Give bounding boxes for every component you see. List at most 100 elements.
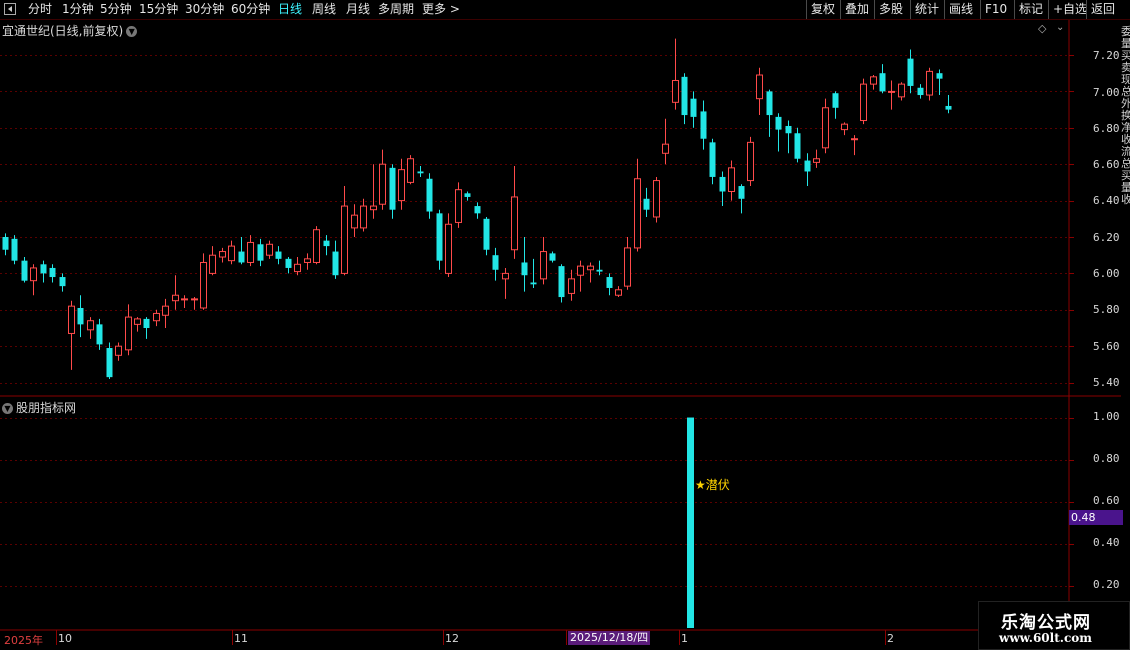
candle-body-down bbox=[21, 260, 28, 281]
candle-body-down bbox=[59, 277, 66, 287]
candle-body-up bbox=[200, 261, 207, 309]
candle-body-up bbox=[568, 278, 575, 294]
candle-body-down bbox=[426, 178, 433, 212]
candle-body-down bbox=[936, 73, 943, 79]
candle-body-up bbox=[747, 141, 754, 182]
kline-chart[interactable] bbox=[0, 0, 1130, 650]
candle-body-down bbox=[606, 277, 613, 288]
indicator-tick: 0.60 bbox=[1093, 494, 1120, 507]
candle-body-down bbox=[143, 318, 150, 328]
candle-body-down bbox=[945, 105, 952, 110]
candle-body-down bbox=[785, 125, 792, 134]
candle-body-up bbox=[30, 267, 37, 282]
signal-bar bbox=[687, 417, 694, 628]
candle-body-up bbox=[728, 167, 735, 192]
candle-body-up bbox=[162, 305, 169, 316]
x-label-month: 1 bbox=[681, 632, 688, 645]
indicator-tick: 0.80 bbox=[1093, 452, 1120, 465]
price-tick: 6.20 bbox=[1093, 231, 1120, 244]
cursor-date-badge: 2025/12/18/四 bbox=[568, 631, 651, 645]
candle-body-down bbox=[474, 206, 481, 214]
candle-body-down bbox=[596, 269, 603, 272]
side-text: 收 bbox=[1121, 193, 1130, 206]
candle-body-down bbox=[907, 58, 914, 86]
candle-body-up bbox=[898, 83, 905, 98]
diamond-icon[interactable]: ◇ bbox=[1038, 22, 1046, 35]
cursor-value-badge: 0.48 bbox=[1069, 510, 1123, 525]
candle-body-down bbox=[700, 111, 707, 139]
candle-body-up bbox=[407, 158, 414, 183]
candle-body-down bbox=[794, 133, 801, 159]
candle-body-up bbox=[813, 158, 820, 163]
price-tick: 6.00 bbox=[1093, 267, 1120, 280]
price-tick: 5.60 bbox=[1093, 340, 1120, 353]
candle-body-up bbox=[181, 298, 188, 301]
chevron-down-icon[interactable]: ▼ bbox=[2, 403, 13, 414]
indicator-tick: 1.00 bbox=[1093, 410, 1120, 423]
price-tick: 6.60 bbox=[1093, 158, 1120, 171]
candle-body-up bbox=[341, 205, 348, 274]
candle-body-up bbox=[870, 76, 877, 85]
candle-body-down bbox=[738, 186, 745, 199]
candle-body-up bbox=[87, 320, 94, 331]
price-tick: 6.40 bbox=[1093, 194, 1120, 207]
candle-body-up bbox=[653, 180, 660, 218]
candle-body-down bbox=[879, 73, 886, 92]
candle-body-up bbox=[888, 90, 895, 93]
candle-body-down bbox=[719, 176, 726, 192]
indicator-tick: 0.20 bbox=[1093, 578, 1120, 591]
candle-body-down bbox=[11, 238, 18, 261]
indicator-tick: 0.40 bbox=[1093, 536, 1120, 549]
candle-body-down bbox=[257, 244, 264, 261]
candle-body-up bbox=[624, 247, 631, 287]
price-tick: 7.20 bbox=[1093, 49, 1120, 62]
candle-body-down bbox=[40, 264, 47, 274]
candle-body-up bbox=[172, 294, 179, 302]
chevron-down-icon[interactable]: ⌄ bbox=[1056, 22, 1064, 33]
candle-body-up bbox=[455, 189, 462, 223]
candle-body-up bbox=[577, 265, 584, 276]
candle-body-up bbox=[860, 83, 867, 122]
candle-body-up bbox=[502, 272, 509, 280]
candle-body-down bbox=[275, 251, 282, 259]
main-panel-title: 宜通世纪(日线,前复权) ▼ bbox=[2, 22, 138, 39]
candle-body-down bbox=[238, 251, 245, 263]
quote-side-strip: 委 量 买 卖 现 总 外 换 净 收 流 总 买 量 收 bbox=[1121, 20, 1130, 630]
candle-body-down bbox=[521, 262, 528, 276]
candle-body-down bbox=[832, 93, 839, 108]
candle-body-up bbox=[134, 318, 141, 325]
candle-body-up bbox=[370, 205, 377, 211]
candle-body-down bbox=[106, 348, 113, 378]
candle-body-up bbox=[228, 245, 235, 262]
candle-body-up bbox=[247, 241, 254, 263]
x-label-month: 12 bbox=[445, 632, 459, 645]
candle-body-up bbox=[540, 251, 547, 280]
candle-body-down bbox=[332, 251, 339, 276]
candle-body-up bbox=[587, 265, 594, 271]
candle-body-up bbox=[191, 298, 198, 301]
candle-body-up bbox=[360, 205, 367, 229]
candle-body-down bbox=[709, 142, 716, 177]
chevron-down-icon[interactable]: ▼ bbox=[126, 26, 138, 37]
candle-body-down bbox=[2, 237, 9, 250]
candle-body-down bbox=[77, 307, 84, 325]
price-tick: 6.80 bbox=[1093, 122, 1120, 135]
candle-body-up bbox=[672, 79, 679, 103]
candle-body-down bbox=[492, 255, 499, 270]
x-label-month: 10 bbox=[58, 632, 72, 645]
candle-body-up bbox=[153, 312, 160, 322]
candle-body-down bbox=[436, 213, 443, 261]
candle-body-down bbox=[285, 258, 292, 268]
candle-body-down bbox=[804, 160, 811, 172]
x-label-month: 11 bbox=[234, 632, 248, 645]
candle-body-up bbox=[379, 163, 386, 205]
candle-body-up bbox=[209, 254, 216, 274]
candle-body-down bbox=[49, 267, 56, 278]
candle-body-down bbox=[558, 266, 565, 298]
candle-body-up bbox=[634, 178, 641, 249]
candle-body-up bbox=[662, 143, 669, 154]
candle-body-up bbox=[445, 223, 452, 274]
candle-body-down bbox=[417, 171, 424, 174]
candle-body-up bbox=[926, 70, 933, 96]
candle-body-down bbox=[389, 167, 396, 210]
